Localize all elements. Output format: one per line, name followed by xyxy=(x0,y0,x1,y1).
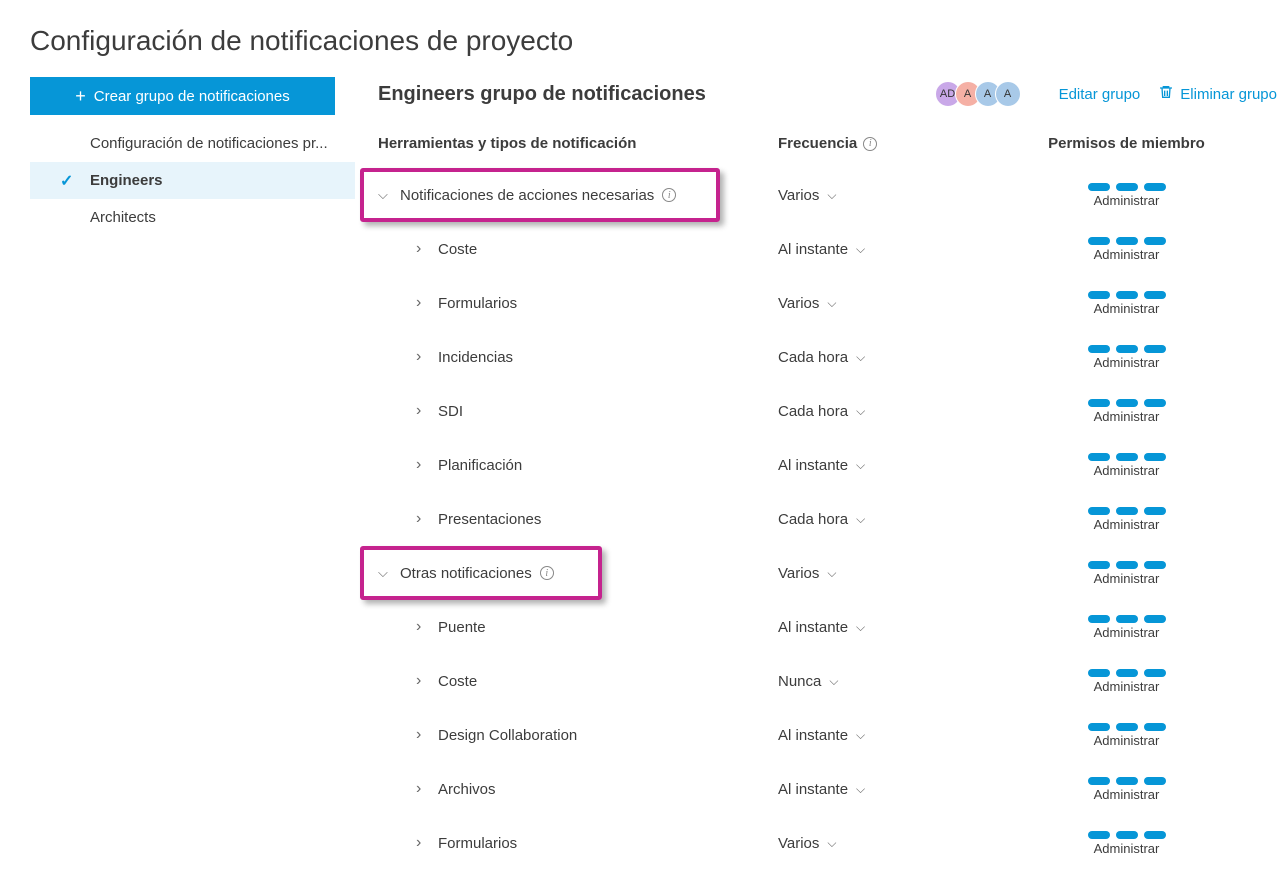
chevron-down-icon: ⌵ xyxy=(856,350,865,365)
chevron-right-icon: › xyxy=(416,456,430,474)
frequency-cell[interactable]: Varios⌵ xyxy=(778,295,976,312)
table-row[interactable]: ›SDICada hora⌵Administrar xyxy=(360,384,1277,438)
chevron-down-icon: ⌵ xyxy=(856,404,865,419)
frequency-cell[interactable]: Al instante⌵ xyxy=(778,727,976,744)
group-title: Engineers grupo de notificaciones xyxy=(378,83,941,106)
col-freq-header: Frecuencia i xyxy=(778,135,976,152)
frequency-cell[interactable]: Varios⌵ xyxy=(778,835,976,852)
table-row[interactable]: ›FormulariosVarios⌵Administrar xyxy=(360,816,1277,870)
sidebar-item-2[interactable]: Architects xyxy=(30,199,355,236)
table-row[interactable]: ›ArchivosAl instante⌵Administrar xyxy=(360,762,1277,816)
table-row[interactable]: ›PuenteAl instante⌵Administrar xyxy=(360,600,1277,654)
table-row[interactable]: ›CosteNunca⌵Administrar xyxy=(360,654,1277,708)
page-title: Configuración de notificaciones de proye… xyxy=(0,0,1287,77)
chevron-down-icon: ⌵ xyxy=(856,620,865,635)
sidebar-item-1[interactable]: ✓Engineers xyxy=(30,162,355,199)
permissions-cell[interactable]: Administrar xyxy=(976,669,1277,694)
plus-icon: + xyxy=(75,87,86,105)
chevron-down-icon: ⌵ xyxy=(856,782,865,797)
table-row[interactable]: ›Design CollaborationAl instante⌵Adminis… xyxy=(360,708,1277,762)
chevron-right-icon: › xyxy=(416,510,430,528)
table-row[interactable]: ›FormulariosVarios⌵Administrar xyxy=(360,276,1277,330)
frequency-cell[interactable]: Nunca⌵ xyxy=(778,673,976,690)
col-tools-header: Herramientas y tipos de notificación xyxy=(378,135,778,152)
section-row[interactable]: ⌵Notificaciones de acciones necesariasiV… xyxy=(360,168,1277,222)
permissions-cell[interactable]: Administrar xyxy=(976,345,1277,370)
trash-icon xyxy=(1158,84,1174,104)
frequency-cell[interactable]: Al instante⌵ xyxy=(778,619,976,636)
chevron-right-icon: › xyxy=(416,294,430,312)
chevron-right-icon: › xyxy=(416,402,430,420)
permissions-cell[interactable]: Administrar xyxy=(976,399,1277,424)
permissions-cell[interactable]: Administrar xyxy=(976,453,1277,478)
chevron-right-icon: › xyxy=(416,240,430,258)
chevron-down-icon: ⌵ xyxy=(856,728,865,743)
create-group-label: Crear grupo de notificaciones xyxy=(94,88,290,105)
chevron-down-icon: ⌵ xyxy=(378,565,392,581)
frequency-cell[interactable]: Varios⌵ xyxy=(778,187,976,204)
permissions-cell[interactable]: Administrar xyxy=(976,291,1277,316)
chevron-down-icon: ⌵ xyxy=(827,566,836,581)
columns-header: Herramientas y tipos de notificación Fre… xyxy=(360,127,1277,168)
permissions-cell[interactable]: Administrar xyxy=(976,183,1277,208)
col-perm-header: Permisos de miembro xyxy=(976,135,1277,152)
frequency-cell[interactable]: Al instante⌵ xyxy=(778,457,976,474)
table-row[interactable]: ›PresentacionesCada hora⌵Administrar xyxy=(360,492,1277,546)
frequency-cell[interactable]: Cada hora⌵ xyxy=(778,349,976,366)
frequency-cell[interactable]: Al instante⌵ xyxy=(778,241,976,258)
sidebar: + Crear grupo de notificaciones Configur… xyxy=(10,77,350,870)
frequency-cell[interactable]: Cada hora⌵ xyxy=(778,511,976,528)
permissions-cell[interactable]: Administrar xyxy=(976,831,1277,856)
chevron-right-icon: › xyxy=(416,348,430,366)
permissions-cell[interactable]: Administrar xyxy=(976,507,1277,532)
chevron-down-icon: ⌵ xyxy=(827,188,836,203)
delete-group-button[interactable]: Eliminar grupo xyxy=(1158,84,1277,104)
chevron-down-icon: ⌵ xyxy=(827,836,836,851)
permissions-cell[interactable]: Administrar xyxy=(976,561,1277,586)
section-row[interactable]: ⌵Otras notificacionesiVarios⌵Administrar xyxy=(360,546,1277,600)
info-icon[interactable]: i xyxy=(863,137,877,151)
frequency-cell[interactable]: Al instante⌵ xyxy=(778,781,976,798)
edit-group-button[interactable]: Editar grupo xyxy=(1059,86,1141,103)
chevron-down-icon: ⌵ xyxy=(378,187,392,203)
chevron-right-icon: › xyxy=(416,780,430,798)
sidebar-item-0[interactable]: Configuración de notificaciones pr... xyxy=(30,125,355,162)
chevron-right-icon: › xyxy=(416,726,430,744)
avatar-stack: ADAAA xyxy=(941,81,1021,107)
chevron-right-icon: › xyxy=(416,672,430,690)
main-panel: Engineers grupo de notificaciones ADAAA … xyxy=(350,77,1277,870)
table-row[interactable]: ›PlanificaciónAl instante⌵Administrar xyxy=(360,438,1277,492)
avatar[interactable]: A xyxy=(995,81,1021,107)
create-group-button[interactable]: + Crear grupo de notificaciones xyxy=(30,77,335,115)
table-row[interactable]: ›CosteAl instante⌵Administrar xyxy=(360,222,1277,276)
chevron-down-icon: ⌵ xyxy=(827,296,836,311)
check-icon: ✓ xyxy=(60,171,73,191)
permissions-cell[interactable]: Administrar xyxy=(976,615,1277,640)
chevron-down-icon: ⌵ xyxy=(829,674,838,689)
table-row[interactable]: ›IncidenciasCada hora⌵Administrar xyxy=(360,330,1277,384)
permissions-cell[interactable]: Administrar xyxy=(976,777,1277,802)
info-icon[interactable]: i xyxy=(540,566,554,580)
chevron-down-icon: ⌵ xyxy=(856,242,865,257)
info-icon[interactable]: i xyxy=(662,188,676,202)
frequency-cell[interactable]: Cada hora⌵ xyxy=(778,403,976,420)
chevron-down-icon: ⌵ xyxy=(856,458,865,473)
chevron-right-icon: › xyxy=(416,618,430,636)
permissions-cell[interactable]: Administrar xyxy=(976,723,1277,748)
chevron-down-icon: ⌵ xyxy=(856,512,865,527)
chevron-right-icon: › xyxy=(416,834,430,852)
permissions-cell[interactable]: Administrar xyxy=(976,237,1277,262)
frequency-cell[interactable]: Varios⌵ xyxy=(778,565,976,582)
